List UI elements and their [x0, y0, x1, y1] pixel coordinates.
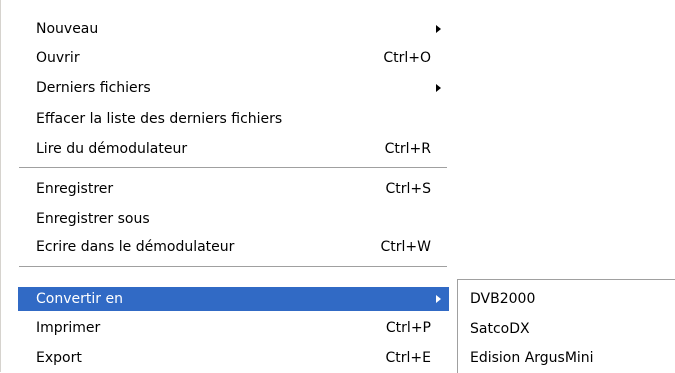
menu-item-label: Ouvrir: [36, 50, 80, 66]
submenu-arrow-icon: [436, 25, 441, 33]
menu-item-export[interactable]: Export Ctrl+E: [18, 346, 449, 370]
menu-item-enregistrer[interactable]: Enregistrer Ctrl+S: [18, 177, 449, 201]
menu-item-ecrire-demodulateur[interactable]: Ecrire dans le démodulateur Ctrl+W: [18, 235, 449, 259]
menu-item-label: Nouveau: [36, 21, 99, 37]
submenu-item-label: DVB2000: [470, 291, 536, 307]
menu-item-shortcut: Ctrl+O: [383, 50, 431, 66]
submenu-item-edision-argusmini[interactable]: Edision ArgusMini: [458, 346, 675, 370]
menu-item-label: Export: [36, 350, 82, 366]
submenu-item-label: SatcoDX: [470, 321, 530, 337]
menu-item-lire-demodulateur[interactable]: Lire du démodulateur Ctrl+R: [18, 137, 449, 161]
submenu-item-satcodx[interactable]: SatcoDX: [458, 317, 675, 341]
menu-item-label: Convertir en: [36, 291, 123, 307]
menu-item-enregistrer-sous[interactable]: Enregistrer sous: [18, 207, 449, 231]
menu-item-shortcut: Ctrl+E: [385, 350, 432, 366]
submenu-item-label: Edision ArgusMini: [470, 350, 594, 366]
menu-item-label: Imprimer: [36, 320, 101, 336]
convertir-en-submenu: DVB2000 SatcoDX Edision ArgusMini: [457, 279, 675, 373]
submenu-item-dvb2000[interactable]: DVB2000: [458, 287, 675, 311]
menu-separator: [19, 266, 447, 268]
submenu-arrow-icon: [436, 84, 441, 92]
menu-item-derniers-fichiers[interactable]: Derniers fichiers: [18, 76, 449, 100]
menu-item-shortcut: Ctrl+P: [385, 320, 431, 336]
menu-item-nouveau[interactable]: Nouveau: [18, 17, 449, 41]
menu-item-convertir-en[interactable]: Convertir en: [18, 287, 449, 311]
menu-item-label: Ecrire dans le démodulateur: [36, 239, 235, 255]
menu-item-label: Enregistrer: [36, 181, 114, 197]
menu-item-shortcut: Ctrl+S: [385, 181, 431, 197]
menu-item-ouvrir[interactable]: Ouvrir Ctrl+O: [18, 46, 449, 70]
menu-item-shortcut: Ctrl+W: [380, 239, 431, 255]
menu-item-imprimer[interactable]: Imprimer Ctrl+P: [18, 316, 449, 340]
menu-item-label: Lire du démodulateur: [36, 141, 188, 157]
menu-item-shortcut: Ctrl+R: [384, 141, 431, 157]
menu-separator: [19, 167, 447, 169]
file-menu: Nouveau Ouvrir Ctrl+O Derniers fichiers …: [0, 0, 459, 372]
menu-item-label: Effacer la liste des derniers fichiers: [36, 111, 283, 127]
menu-item-effacer-liste[interactable]: Effacer la liste des derniers fichiers: [18, 107, 449, 131]
menu-item-label: Derniers fichiers: [36, 80, 151, 96]
menu-item-label: Enregistrer sous: [36, 211, 150, 227]
submenu-arrow-icon: [436, 295, 441, 303]
